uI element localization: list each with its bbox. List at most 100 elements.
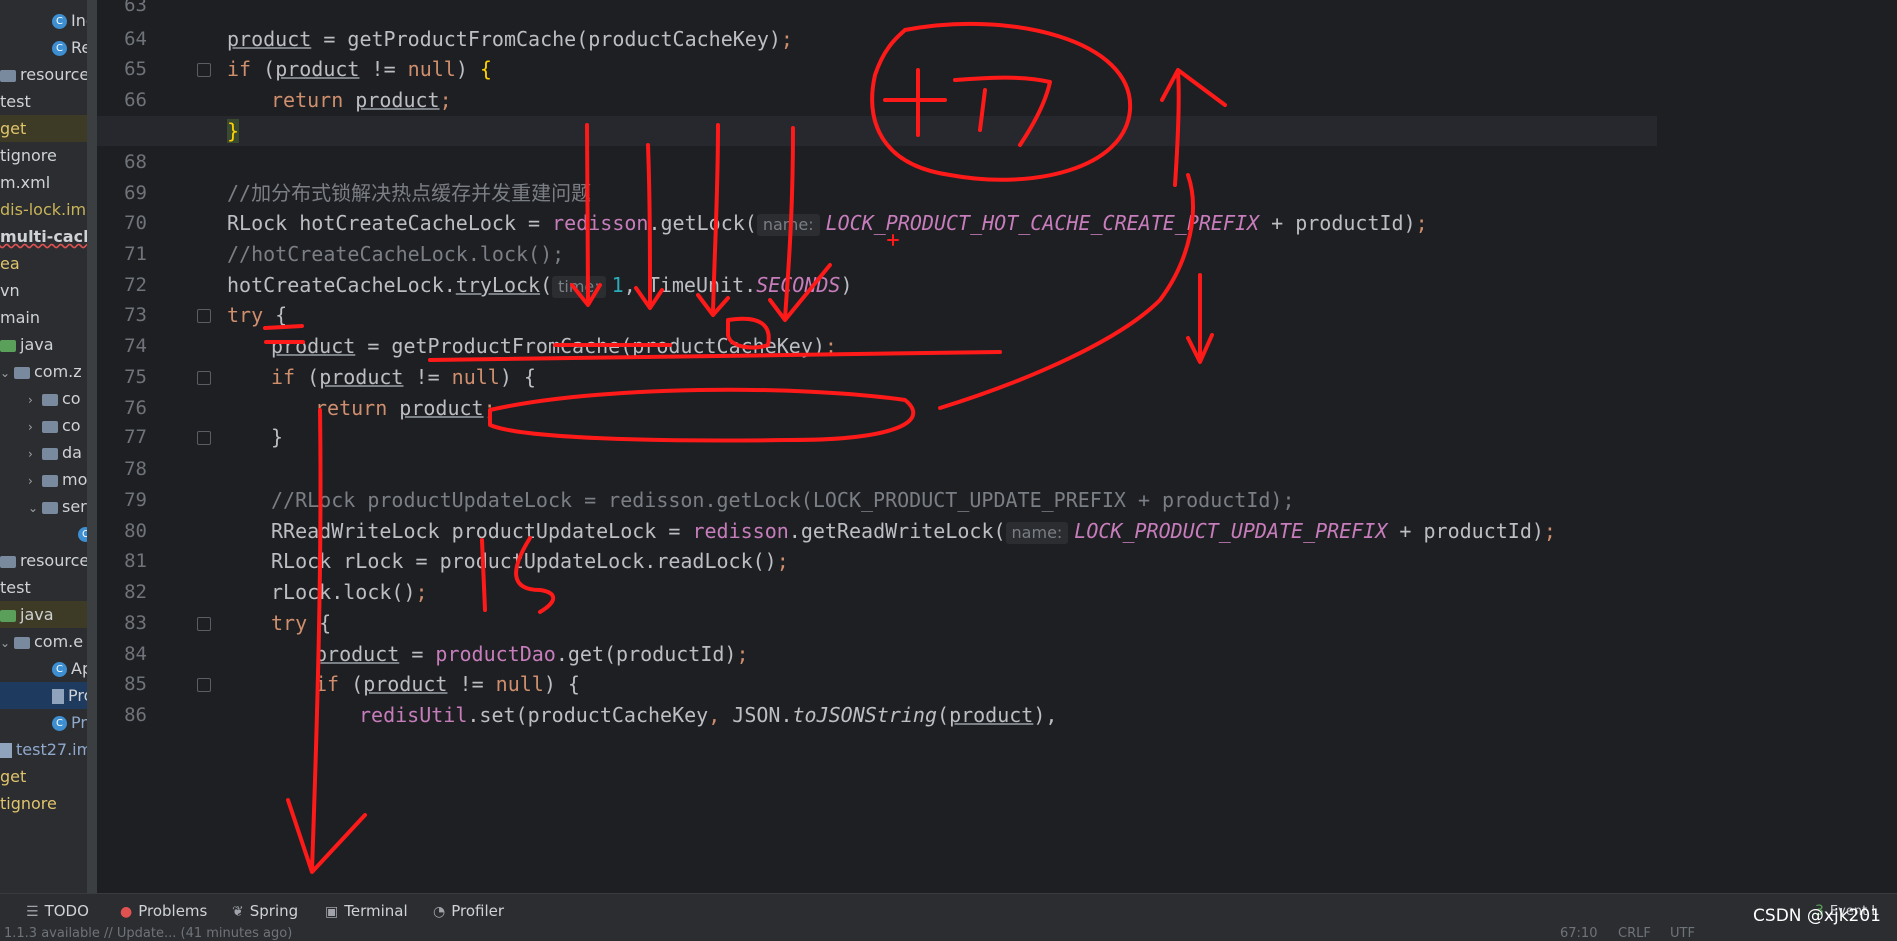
fold-marker-icon[interactable] bbox=[197, 617, 211, 631]
project-tree-item[interactable]: test bbox=[0, 574, 87, 601]
project-tree-label: m.xml bbox=[0, 173, 51, 192]
code-line-65: if (product != null) { bbox=[227, 57, 492, 81]
project-tree-label: resources bbox=[20, 65, 87, 84]
tab-spring[interactable]: ❦ Spring bbox=[232, 894, 298, 928]
project-tree-item[interactable]: vn bbox=[0, 277, 87, 304]
project-tree-item[interactable]: CAp bbox=[0, 520, 97, 547]
project-tree-item[interactable]: › co bbox=[0, 412, 97, 439]
code-area[interactable]: product = getProductFromCache(productCac… bbox=[97, 0, 1897, 893]
caret-position[interactable]: 67:10 bbox=[1560, 927, 1597, 941]
line-number: 77 bbox=[124, 426, 147, 448]
project-tree-item[interactable]: › da bbox=[0, 439, 97, 466]
project-tree-item[interactable]: get bbox=[0, 763, 87, 790]
code-line-85: if (product != null) { bbox=[315, 672, 580, 696]
terminal-icon: ▣ bbox=[325, 904, 339, 920]
chevron-down-icon[interactable]: ⌄ bbox=[0, 360, 14, 385]
line-number: 75 bbox=[124, 366, 147, 388]
project-tree-label: main bbox=[0, 308, 40, 327]
project-tree-item[interactable]: tignore bbox=[0, 142, 87, 169]
project-tree-item[interactable]: resources bbox=[0, 61, 87, 88]
project-tree-item[interactable]: ⌄ com.e bbox=[0, 628, 87, 655]
code-editor[interactable]: 63 6465666768697071727374757677787980818… bbox=[97, 0, 1897, 893]
project-tree-label: mo bbox=[62, 470, 88, 489]
code-line-83: try { bbox=[271, 611, 332, 635]
status-bar: 1.1.3 available // Update... (41 minutes… bbox=[0, 927, 1897, 941]
project-tree-item[interactable]: › co bbox=[0, 385, 97, 412]
project-tree-item[interactable]: C Ind bbox=[0, 7, 97, 34]
class-icon: C bbox=[52, 662, 67, 677]
project-tree-item[interactable]: get bbox=[0, 115, 87, 142]
project-tree-item[interactable]: multi-cache bbox=[0, 223, 87, 250]
project-tree-item[interactable]: ⌄ ser bbox=[0, 493, 97, 520]
chevron-down-icon[interactable]: ⌄ bbox=[28, 495, 42, 520]
spring-leaf-icon: ❦ bbox=[232, 904, 244, 920]
line-number: 63 bbox=[124, 0, 147, 16]
project-tree-item[interactable]: C Re bbox=[0, 34, 97, 61]
line-number: 85 bbox=[124, 673, 147, 695]
project-tree-item[interactable]: C Pro bbox=[0, 709, 97, 736]
tab-profiler[interactable]: ◔ Profiler bbox=[433, 894, 504, 928]
line-number: 70 bbox=[124, 212, 147, 234]
project-tree-label: java bbox=[20, 605, 54, 624]
param-hint: name: bbox=[756, 214, 820, 236]
project-tree-item[interactable]: tignore bbox=[0, 790, 87, 817]
code-line-67: } bbox=[227, 119, 240, 143]
fold-marker-icon[interactable] bbox=[197, 309, 211, 323]
project-tree-item[interactable]: resources bbox=[0, 547, 87, 574]
project-tree-label: com.z bbox=[34, 362, 82, 381]
line-number: 72 bbox=[124, 274, 147, 296]
line-separator[interactable]: CRLF bbox=[1618, 927, 1651, 941]
fold-marker-icon[interactable] bbox=[197, 431, 211, 445]
project-tree-panel: CIndCRe resources test get tignore m.xml dis-l… bbox=[0, 0, 97, 893]
file-encoding[interactable]: UTF bbox=[1670, 927, 1695, 941]
project-tree-item[interactable]: java bbox=[0, 601, 87, 628]
project-tree-label: get bbox=[0, 119, 27, 138]
fold-marker-icon[interactable] bbox=[197, 63, 211, 77]
chevron-right-icon[interactable]: › bbox=[28, 414, 42, 439]
line-number: 83 bbox=[124, 612, 147, 634]
chevron-right-icon[interactable]: › bbox=[28, 441, 42, 466]
fold-marker-icon[interactable] bbox=[197, 371, 211, 385]
tab-problems[interactable]: ● Problems bbox=[120, 894, 207, 928]
status-message[interactable]: 1.1.3 available // Update... (41 minutes… bbox=[4, 927, 292, 941]
project-tree-label: get bbox=[0, 767, 27, 786]
project-tree-item[interactable]: test bbox=[0, 88, 87, 115]
line-number: 71 bbox=[124, 243, 147, 265]
project-tree-item[interactable]: Pro bbox=[0, 682, 97, 709]
fold-marker-icon[interactable] bbox=[197, 678, 211, 692]
project-tree-item[interactable]: › mo bbox=[0, 466, 97, 493]
project-tree-item[interactable]: ea bbox=[0, 250, 87, 277]
project-tree-label: com.e bbox=[34, 632, 84, 651]
code-line-80: RReadWriteLock productUpdateLock = redis… bbox=[271, 519, 1556, 544]
tab-terminal[interactable]: ▣ Terminal bbox=[325, 894, 408, 928]
line-number: 68 bbox=[124, 151, 147, 173]
project-tree-scrollbar[interactable] bbox=[87, 0, 97, 893]
csdn-watermark: CSDN @xjk201 bbox=[1753, 906, 1881, 926]
project-tree-label: java bbox=[20, 335, 54, 354]
project-tree-label: tignore bbox=[0, 794, 57, 813]
project-tree-item[interactable]: dis-lock.iml bbox=[0, 196, 87, 223]
code-line-79: //RLock productUpdateLock = redisson.get… bbox=[271, 488, 1295, 512]
folder-icon bbox=[42, 447, 58, 460]
chevron-right-icon[interactable]: › bbox=[28, 387, 42, 412]
project-tree-item[interactable]: CAp bbox=[0, 655, 97, 682]
project-tree-item[interactable]: m.xml bbox=[0, 169, 87, 196]
code-line-84: product = productDao.get(productId); bbox=[315, 642, 749, 666]
code-line-81: RLock rLock = productUpdateLock.readLock… bbox=[271, 549, 789, 573]
tab-todo[interactable]: ☰ TODO bbox=[26, 894, 89, 928]
line-number: 82 bbox=[124, 581, 147, 603]
project-tree-item[interactable]: java bbox=[0, 331, 87, 358]
line-number: 64 bbox=[124, 28, 147, 50]
line-number: 73 bbox=[124, 304, 147, 326]
chevron-right-icon[interactable]: › bbox=[28, 468, 42, 493]
code-line-71: //hotCreateCacheLock.lock(); bbox=[227, 242, 565, 266]
project-tree-item[interactable]: test27.im bbox=[0, 736, 87, 763]
code-line-74: product = getProductFromCache(productCac… bbox=[271, 334, 837, 358]
project-tree-item[interactable]: main bbox=[0, 304, 87, 331]
project-tree-label: test bbox=[0, 578, 31, 597]
chevron-down-icon[interactable]: ⌄ bbox=[0, 630, 14, 655]
code-line-77: } bbox=[271, 425, 284, 449]
folder-icon bbox=[42, 393, 58, 406]
folder-icon bbox=[0, 69, 16, 82]
project-tree-item[interactable]: ⌄ com.z bbox=[0, 358, 87, 385]
